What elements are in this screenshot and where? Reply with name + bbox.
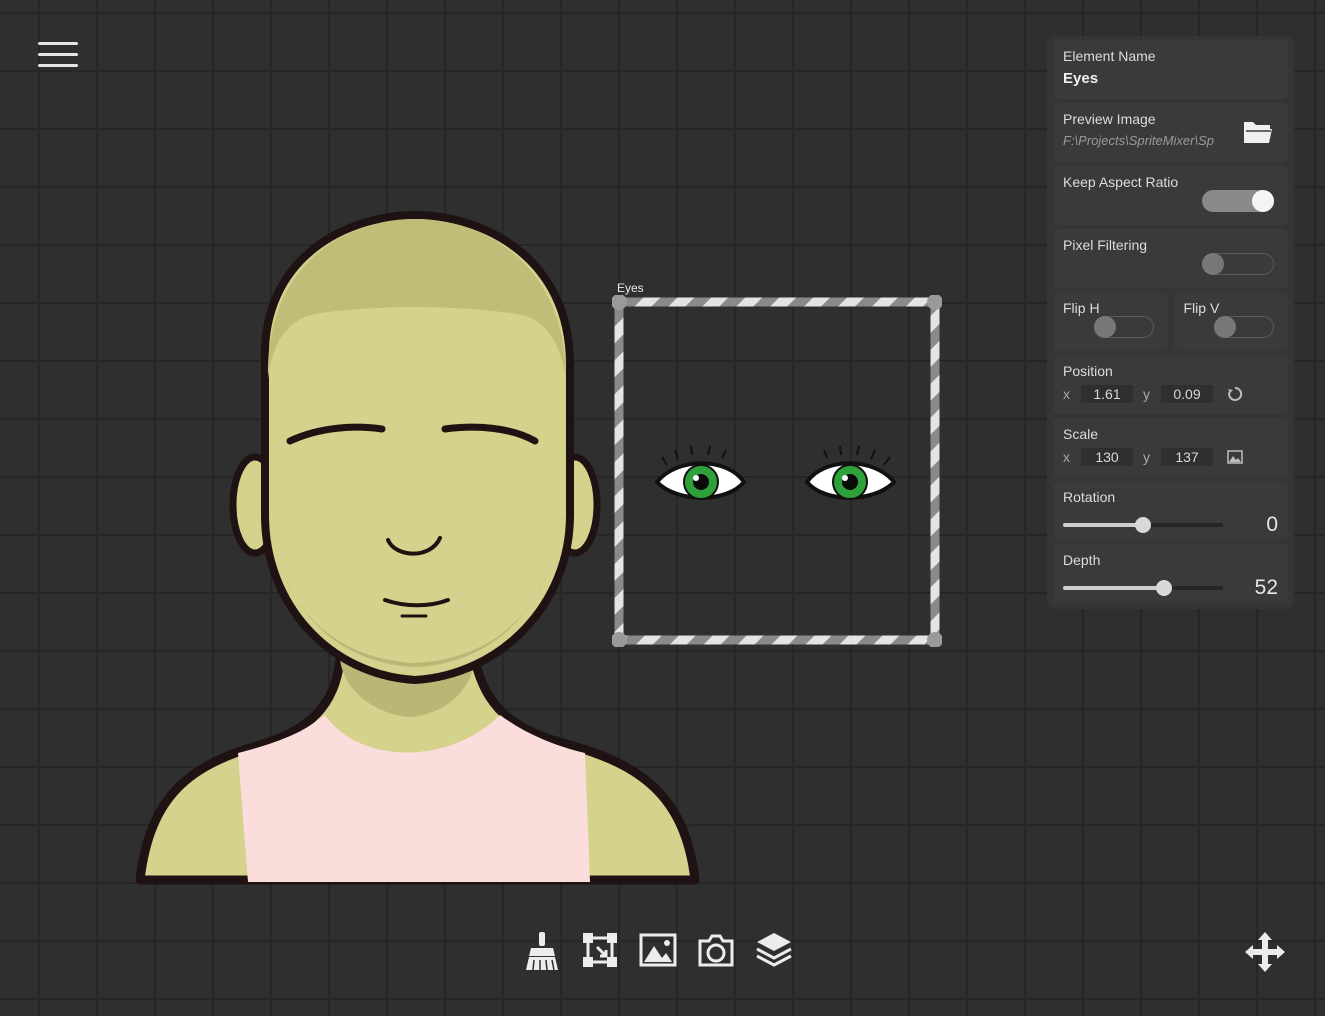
keep-aspect-ratio-card: Keep Aspect Ratio bbox=[1053, 166, 1288, 225]
rotation-label: Rotation bbox=[1063, 489, 1116, 505]
camera-icon[interactable] bbox=[696, 928, 736, 972]
preview-image-card: Preview Image F:\Projects\SpriteMixer\Sp bbox=[1053, 103, 1288, 162]
depth-slider-fill bbox=[1063, 586, 1164, 590]
depth-slider-thumb[interactable] bbox=[1155, 580, 1172, 596]
menu-bar bbox=[38, 53, 78, 56]
handle-top-left[interactable] bbox=[612, 295, 627, 310]
depth-value: 52 bbox=[1254, 576, 1278, 599]
brush-icon[interactable] bbox=[522, 928, 562, 972]
transform-icon[interactable] bbox=[580, 928, 620, 972]
flip-row: Flip H Flip V bbox=[1053, 292, 1288, 351]
rotation-slider[interactable] bbox=[1063, 517, 1223, 533]
scale-x-label: x bbox=[1063, 449, 1070, 465]
selection-label: Eyes bbox=[617, 281, 644, 295]
folder-icon[interactable] bbox=[1242, 117, 1274, 145]
toggle-knob bbox=[1093, 316, 1116, 338]
keep-aspect-ratio-toggle[interactable] bbox=[1202, 190, 1274, 212]
handle-bottom-right[interactable] bbox=[927, 632, 942, 647]
flip-v-label: Flip V bbox=[1183, 300, 1220, 316]
position-card: Position x 1.61 y 0.09 bbox=[1053, 355, 1288, 414]
image-icon[interactable] bbox=[1227, 449, 1243, 465]
reset-icon[interactable] bbox=[1227, 386, 1243, 402]
handle-bottom-left[interactable] bbox=[612, 632, 627, 647]
left-eye bbox=[654, 445, 747, 500]
flip-v-card: Flip V bbox=[1173, 292, 1288, 351]
position-x-label: x bbox=[1063, 386, 1070, 402]
toggle-knob bbox=[1214, 316, 1236, 338]
rotation-slider-thumb[interactable] bbox=[1135, 517, 1151, 533]
bottom-toolbar bbox=[522, 928, 794, 972]
menu-button[interactable] bbox=[38, 42, 78, 72]
depth-slider[interactable] bbox=[1063, 580, 1223, 596]
keep-aspect-ratio-label: Keep Aspect Ratio bbox=[1063, 174, 1179, 190]
preview-image-path[interactable]: F:\Projects\SpriteMixer\Sp bbox=[1063, 133, 1228, 148]
scale-x-input[interactable]: 130 bbox=[1081, 448, 1133, 466]
toggle-knob bbox=[1252, 190, 1274, 212]
pixel-filtering-card: Pixel Filtering bbox=[1053, 229, 1288, 288]
menu-bar bbox=[38, 64, 78, 67]
rotation-value: 0 bbox=[1266, 513, 1278, 536]
selection-box[interactable] bbox=[612, 295, 942, 647]
scale-y-label: y bbox=[1143, 449, 1150, 465]
inspector-panel: Element Name Eyes Preview Image F:\Proje… bbox=[1047, 36, 1294, 609]
scale-label: Scale bbox=[1063, 426, 1099, 442]
rotation-slider-fill bbox=[1063, 523, 1143, 527]
position-label: Position bbox=[1063, 363, 1113, 379]
flip-h-toggle[interactable] bbox=[1093, 316, 1154, 338]
position-x-input[interactable]: 1.61 bbox=[1081, 385, 1133, 403]
position-y-label: y bbox=[1143, 386, 1150, 402]
menu-bar bbox=[38, 42, 78, 45]
right-eye bbox=[804, 445, 897, 500]
image-icon[interactable] bbox=[638, 928, 678, 972]
scale-card: Scale x 130 y 137 bbox=[1053, 418, 1288, 477]
element-name-label: Element Name bbox=[1063, 48, 1156, 64]
scale-y-input[interactable]: 137 bbox=[1161, 448, 1213, 466]
handle-top-right[interactable] bbox=[927, 295, 942, 310]
rotation-card: Rotation 0 bbox=[1053, 481, 1288, 540]
pixel-filtering-label: Pixel Filtering bbox=[1063, 237, 1148, 253]
element-name-card[interactable]: Element Name Eyes bbox=[1053, 40, 1288, 99]
position-y-input[interactable]: 0.09 bbox=[1161, 385, 1213, 403]
layers-icon[interactable] bbox=[754, 928, 794, 972]
flip-v-toggle[interactable] bbox=[1214, 316, 1274, 338]
depth-label: Depth bbox=[1063, 552, 1101, 568]
depth-card: Depth 52 bbox=[1053, 544, 1288, 603]
flip-h-label: Flip H bbox=[1063, 300, 1100, 316]
flip-h-card: Flip H bbox=[1053, 292, 1168, 351]
element-name-value[interactable]: Eyes bbox=[1063, 70, 1278, 87]
toggle-knob bbox=[1202, 253, 1224, 275]
move-icon[interactable] bbox=[1243, 930, 1287, 974]
pixel-filtering-toggle[interactable] bbox=[1202, 253, 1274, 275]
